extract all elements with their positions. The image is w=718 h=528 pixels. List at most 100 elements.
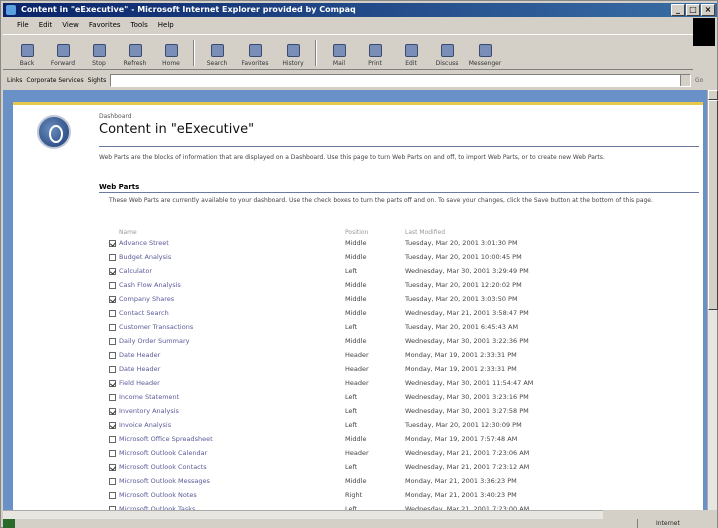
divider	[99, 146, 699, 147]
part-name-link[interactable]: Cash Flow Analysis	[119, 281, 345, 289]
table-row: Field Header Header Wednesday, Mar 30, 200…	[109, 376, 699, 390]
links-label: Links	[7, 76, 23, 84]
part-position: Left	[345, 267, 358, 275]
edit-icon	[404, 44, 418, 57]
part-checkbox[interactable]	[109, 449, 116, 457]
messenger-button[interactable]: Messenger	[465, 35, 505, 69]
table-row: Contact Search Middle Wednesday, Mar 21, 2…	[109, 306, 699, 320]
part-modified-date: Wednesday, Mar 21, 2001 7:23:06 AM	[405, 449, 530, 457]
part-checkbox[interactable]	[109, 267, 116, 275]
part-name-link[interactable]: Microsoft Outlook Messages	[119, 477, 345, 485]
part-checkbox[interactable]	[109, 365, 116, 373]
menu-favorites[interactable]: Favorites	[89, 18, 121, 32]
messenger-icon	[478, 44, 492, 57]
forward-button[interactable]: Forward	[45, 35, 81, 69]
part-position: Header	[345, 449, 369, 457]
part-name-link[interactable]: Contact Search	[119, 309, 345, 317]
part-checkbox[interactable]	[109, 463, 116, 471]
print-button[interactable]: Print	[357, 35, 393, 69]
discuss-button[interactable]: Discuss	[429, 35, 465, 69]
part-checkbox[interactable]	[109, 351, 116, 359]
part-checkbox[interactable]	[109, 435, 116, 443]
mail-icon	[332, 44, 346, 57]
mail-button[interactable]: Mail	[321, 35, 357, 69]
part-name-link[interactable]: Date Header	[119, 351, 345, 359]
table-row: Inventory Analysis Left Wednesday, Mar 30,…	[109, 404, 699, 418]
part-name-link[interactable]: Advance Street	[119, 239, 345, 247]
part-modified-date: Tuesday, Mar 20, 2001 12:20:02 PM	[405, 281, 522, 289]
part-name-link[interactable]: Microsoft Outlook Notes	[119, 491, 345, 499]
menu-edit[interactable]: Edit	[39, 18, 53, 32]
part-modified-date: Tuesday, Mar 20, 2001 3:01:30 PM	[405, 239, 518, 247]
menu-file[interactable]: File	[17, 18, 29, 32]
menu-bar: File Edit View Favorites Tools Help	[3, 18, 174, 32]
table-row: Microsoft Outlook Tasks Left Wednesday, Ma…	[109, 502, 699, 510]
history-button[interactable]: History	[275, 35, 311, 69]
minimize-button[interactable]: _	[671, 4, 685, 16]
link-corporate-services[interactable]: Corporate Services	[26, 77, 83, 84]
refresh-button[interactable]: Refresh	[117, 35, 153, 69]
part-name-link[interactable]: Calculator	[119, 267, 345, 275]
part-name-link[interactable]: Field Header	[119, 379, 345, 387]
table-row: Date Header Header Monday, Mar 19, 2001 2:…	[109, 348, 699, 362]
edit-button[interactable]: Edit	[393, 35, 429, 69]
home-button[interactable]: Home	[153, 35, 189, 69]
part-checkbox[interactable]	[109, 393, 116, 401]
part-position: Middle	[345, 435, 367, 443]
divider	[99, 192, 699, 193]
part-checkbox[interactable]	[109, 239, 116, 247]
link-sights[interactable]: Sights	[88, 77, 107, 84]
part-checkbox[interactable]	[109, 379, 116, 387]
history-icon	[286, 44, 300, 57]
menu-help[interactable]: Help	[158, 18, 174, 32]
stop-button[interactable]: Stop	[81, 35, 117, 69]
part-name-link[interactable]: Company Shares	[119, 295, 345, 303]
menu-view[interactable]: View	[62, 18, 79, 32]
part-name-link[interactable]: Invoice Analysis	[119, 421, 345, 429]
back-button[interactable]: Back	[9, 35, 45, 69]
part-name-link[interactable]: Microsoft Outlook Calendar	[119, 449, 345, 457]
scroll-thumb[interactable]	[708, 100, 718, 310]
part-checkbox[interactable]	[109, 407, 116, 415]
home-icon	[164, 44, 178, 57]
part-checkbox[interactable]	[109, 337, 116, 345]
part-checkbox[interactable]	[109, 323, 116, 331]
close-button[interactable]: ×	[701, 4, 715, 16]
part-modified-date: Monday, Mar 19, 2001 2:33:31 PM	[405, 351, 517, 359]
part-checkbox[interactable]	[109, 295, 116, 303]
part-position: Header	[345, 351, 369, 359]
part-name-link[interactable]: Income Statement	[119, 393, 345, 401]
search-button[interactable]: Search	[199, 35, 235, 69]
part-position: Header	[345, 365, 369, 373]
ie-icon	[6, 5, 16, 15]
part-name-link[interactable]: Customer Transactions	[119, 323, 345, 331]
horizontal-scrollbar[interactable]	[3, 510, 603, 519]
web-parts-list: Advance Street Middle Tuesday, Mar 20, 200…	[109, 236, 699, 510]
breadcrumb[interactable]: Dashboard	[99, 113, 132, 120]
part-name-link[interactable]: Budget Analysis	[119, 253, 345, 261]
part-checkbox[interactable]	[109, 281, 116, 289]
part-checkbox[interactable]	[109, 253, 116, 261]
part-modified-date: Wednesday, Mar 21, 2001 7:23:12 AM	[405, 463, 530, 471]
column-header-name: Name	[119, 229, 137, 236]
part-name-link[interactable]: Microsoft Office Spreadsheet	[119, 435, 345, 443]
menu-tools[interactable]: Tools	[131, 18, 148, 32]
table-row: Advance Street Middle Tuesday, Mar 20, 200…	[109, 236, 699, 250]
part-name-link[interactable]: Inventory Analysis	[119, 407, 345, 415]
go-button[interactable]: Go	[695, 77, 717, 84]
chevron-down-icon[interactable]	[680, 74, 690, 86]
part-name-link[interactable]: Date Header	[119, 365, 345, 373]
favorites-button[interactable]: Favorites	[235, 35, 275, 69]
part-modified-date: Tuesday, Mar 20, 2001 12:30:09 PM	[405, 421, 522, 429]
part-checkbox[interactable]	[109, 421, 116, 429]
zone-label: Internet	[637, 519, 717, 528]
part-checkbox[interactable]	[109, 477, 116, 485]
part-checkbox[interactable]	[109, 309, 116, 317]
part-name-link[interactable]: Microsoft Outlook Contacts	[119, 463, 345, 471]
part-name-link[interactable]: Daily Order Summary	[119, 337, 345, 345]
maximize-button[interactable]: □	[686, 4, 700, 16]
vertical-scrollbar[interactable]	[707, 90, 718, 510]
scroll-up-button[interactable]	[708, 90, 718, 100]
part-checkbox[interactable]	[109, 491, 116, 499]
address-input[interactable]	[110, 73, 691, 87]
